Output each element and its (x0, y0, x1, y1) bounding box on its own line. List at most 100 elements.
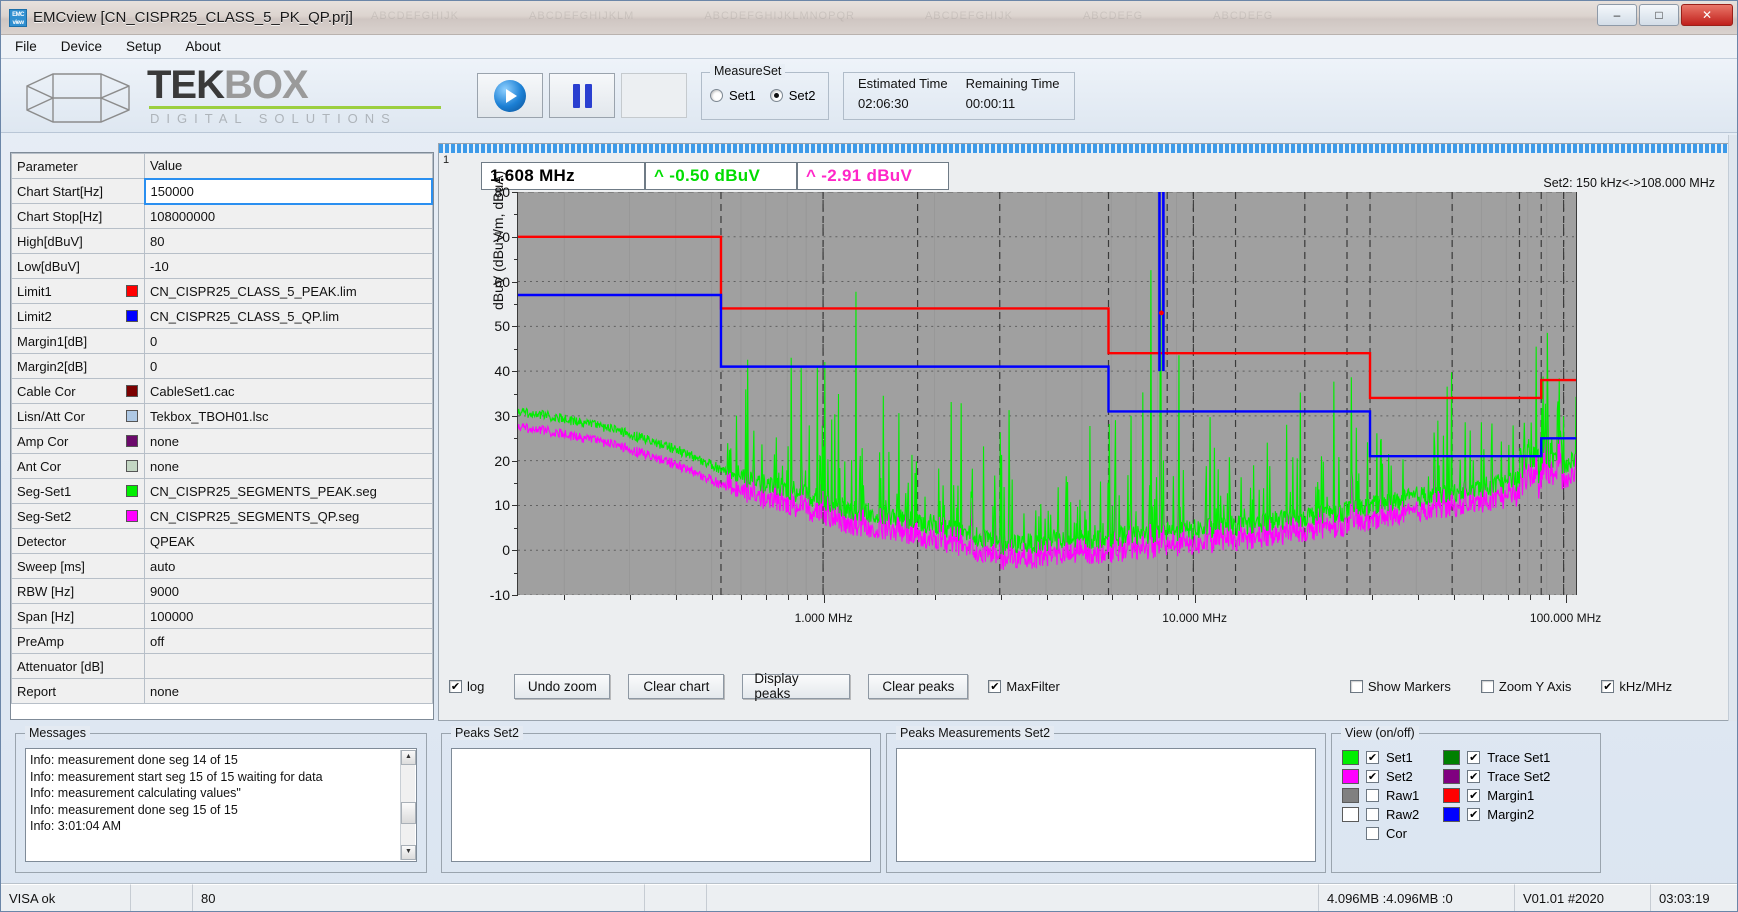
view-item[interactable]: ✔ Trace Set1 (1443, 750, 1550, 765)
param-value[interactable]: auto (144, 553, 433, 579)
param-value[interactable]: -10 (144, 253, 433, 279)
peaks-set2-list[interactable] (451, 748, 871, 862)
param-value[interactable]: off (144, 628, 433, 654)
param-value[interactable]: 108000000 (144, 203, 433, 229)
right-scrollbar[interactable] (1728, 135, 1737, 721)
view1-checkbox-2[interactable] (1366, 789, 1379, 802)
clear-peaks-button[interactable]: Clear peaks (868, 673, 969, 699)
param-value[interactable]: 80 (144, 228, 433, 254)
messages-list[interactable]: Info: measurement done seg 14 of 15 Info:… (25, 748, 417, 862)
view-item[interactable]: ✔ Set2 (1342, 769, 1419, 784)
table-row[interactable]: PreAmp off (11, 628, 433, 654)
maxfilter-checkbox[interactable]: ✔ MaxFilter (988, 679, 1060, 694)
list-item[interactable]: Info: measurement done seg 15 of 15 (30, 802, 412, 819)
show-markers-checkbox[interactable]: Show Markers (1349, 679, 1451, 694)
param-value[interactable]: CN_CISPR25_CLASS_5_PEAK.lim (144, 278, 433, 304)
view-item[interactable]: Raw2 (1342, 807, 1419, 822)
view2-checkbox-0[interactable]: ✔ (1467, 751, 1481, 764)
param-value[interactable]: 100000 (144, 603, 433, 629)
table-row[interactable]: Seg-Set2 CN_CISPR25_SEGMENTS_QP.seg (11, 503, 433, 529)
table-row[interactable]: Cable Cor CableSet1.cac (11, 378, 433, 404)
table-row[interactable]: Margin2[dB] 0 (11, 353, 433, 379)
view1-checkbox-1[interactable]: ✔ (1366, 770, 1379, 783)
view-item[interactable]: ✔ Set1 (1342, 750, 1419, 765)
display-peaks-button[interactable]: Display peaks (742, 671, 851, 701)
radio-set1[interactable]: Set1 (710, 88, 756, 103)
table-row[interactable]: Amp Cor none (11, 428, 433, 454)
table-row[interactable]: Span [Hz] 100000 (11, 603, 433, 629)
table-row[interactable]: Detector QPEAK (11, 528, 433, 554)
param-key: Span [Hz] (11, 603, 145, 629)
peaks-measurements-set2-list[interactable] (896, 748, 1316, 862)
table-row[interactable]: Limit2 CN_CISPR25_CLASS_5_QP.lim (11, 303, 433, 329)
zoom-y-axis-checkbox[interactable]: Zoom Y Axis (1480, 679, 1571, 694)
table-row[interactable]: Limit1 CN_CISPR25_CLASS_5_PEAK.lim (11, 278, 433, 304)
table-row[interactable]: High[dBuV] 80 (11, 228, 433, 254)
view1-checkbox-0[interactable]: ✔ (1366, 751, 1379, 764)
param-value[interactable]: none (144, 428, 433, 454)
khz-mhz-checkbox[interactable]: ✔ kHz/MHz (1601, 679, 1672, 694)
param-value[interactable]: CN_CISPR25_CLASS_5_QP.lim (144, 303, 433, 329)
table-row[interactable]: Chart Stop[Hz] 108000000 (11, 203, 433, 229)
param-value[interactable]: 0 (144, 353, 433, 379)
param-value[interactable]: 150000 (143, 177, 433, 205)
view-item[interactable]: ✔ Margin1 (1443, 788, 1550, 803)
scroll-thumb[interactable] (401, 802, 416, 824)
view2-checkbox-2[interactable]: ✔ (1467, 789, 1481, 802)
stop-measurement-button[interactable] (621, 73, 687, 118)
view2-checkbox-3[interactable]: ✔ (1467, 808, 1481, 821)
param-value[interactable]: QPEAK (144, 528, 433, 554)
scroll-up-icon[interactable]: ▲ (401, 750, 416, 765)
minimize-button[interactable]: – (1597, 4, 1637, 26)
parameter-table[interactable]: Parameter Value Chart Start[Hz] 150000 Chart… (10, 152, 434, 720)
menu-item-about[interactable]: About (185, 39, 220, 54)
table-row[interactable]: Low[dBuV] -10 (11, 253, 433, 279)
view-color-swatch (1443, 807, 1461, 822)
view-item[interactable]: ✔ Margin2 (1443, 807, 1550, 822)
param-value[interactable]: CableSet1.cac (144, 378, 433, 404)
param-value[interactable] (144, 653, 433, 679)
spectrum-plot[interactable]: dBuV (dBuV/m, dBuA) 80 70 60 50 40 30 20 10 0 -10… (490, 171, 1602, 625)
view-color-swatch (1443, 788, 1461, 803)
view-item[interactable]: ✔ Trace Set2 (1443, 769, 1550, 784)
table-row[interactable]: Ant Cor none (11, 453, 433, 479)
table-row[interactable]: Chart Start[Hz] 150000 (11, 177, 433, 205)
table-row[interactable]: Margin1[dB] 0 (11, 328, 433, 354)
param-value[interactable]: none (144, 453, 433, 479)
maximize-button[interactable]: □ (1639, 4, 1679, 26)
undo-zoom-button[interactable]: Undo zoom (514, 673, 611, 699)
list-item[interactable]: Info: measurement done seg 14 of 15 (30, 752, 412, 769)
table-row[interactable]: Seg-Set1 CN_CISPR25_SEGMENTS_PEAK.seg (11, 478, 433, 504)
start-measurement-button[interactable] (477, 73, 543, 118)
time-info-box: Estimated Time 02:06:30 Remaining Time 0… (843, 71, 1075, 120)
clear-chart-button[interactable]: Clear chart (628, 673, 725, 699)
menu-item-device[interactable]: Device (61, 39, 102, 54)
view-item[interactable]: Cor (1342, 826, 1419, 841)
view2-checkbox-1[interactable]: ✔ (1467, 770, 1481, 783)
messages-scrollbar[interactable]: ▲ ▼ (400, 750, 416, 860)
close-button[interactable]: ✕ (1681, 4, 1733, 26)
param-value[interactable]: Tekbox_TBOH01.lsc (144, 403, 433, 429)
list-item[interactable]: Info: measurement start seg 15 of 15 wai… (30, 769, 412, 786)
view-item[interactable]: Raw1 (1342, 788, 1419, 803)
menu-item-file[interactable]: File (15, 39, 37, 54)
pause-measurement-button[interactable] (549, 73, 615, 118)
scroll-down-icon[interactable]: ▼ (401, 845, 416, 860)
param-value[interactable]: CN_CISPR25_SEGMENTS_PEAK.seg (144, 478, 433, 504)
list-item[interactable]: Info: measurement calculating values" (30, 785, 412, 802)
list-item[interactable]: Info: 3:01:04 AM (30, 818, 412, 835)
view1-checkbox-4[interactable] (1366, 827, 1379, 840)
radio-set2[interactable]: Set2 (769, 88, 816, 103)
table-row[interactable]: Report none (11, 678, 433, 704)
menu-item-setup[interactable]: Setup (126, 39, 161, 54)
log-checkbox[interactable]: ✔ log (449, 679, 484, 694)
table-row[interactable]: Sweep [ms] auto (11, 553, 433, 579)
table-row[interactable]: Attenuator [dB] (11, 653, 433, 679)
table-row[interactable]: RBW [Hz] 9000 (11, 578, 433, 604)
param-value[interactable]: 0 (144, 328, 433, 354)
table-row[interactable]: Lisn/Att Cor Tekbox_TBOH01.lsc (11, 403, 433, 429)
param-value[interactable]: CN_CISPR25_SEGMENTS_QP.seg (144, 503, 433, 529)
param-value[interactable]: none (144, 678, 433, 704)
view1-checkbox-3[interactable] (1366, 808, 1379, 821)
param-value[interactable]: 9000 (144, 578, 433, 604)
